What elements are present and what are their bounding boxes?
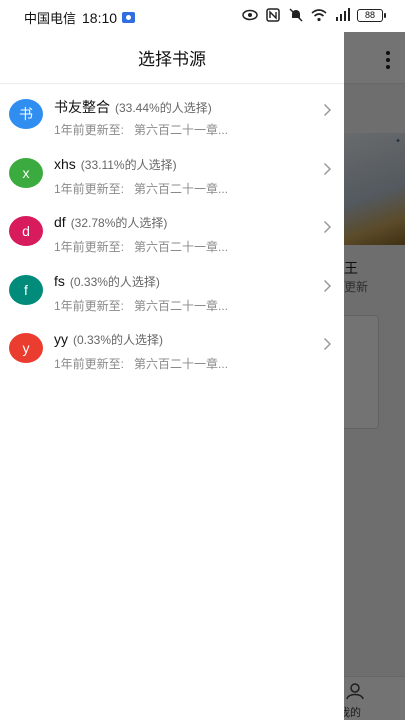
eye-icon <box>242 9 258 21</box>
source-name: xhs <box>54 156 76 172</box>
source-name: df <box>54 214 66 230</box>
status-bar: 中国电信 18:10 88 <box>0 0 405 32</box>
source-item[interactable]: x xhs (33.11%的人选择) 1年前更新至: 第六百二十一章... <box>0 152 344 210</box>
source-update-time: 1年前更新至: <box>54 299 125 313</box>
clock: 18:10 <box>82 9 118 26</box>
source-update-time: 1年前更新至: <box>54 123 125 137</box>
source-name: fs <box>54 273 65 289</box>
source-percentage: (32.78%的人选择) <box>70 216 168 230</box>
source-item[interactable]: f fs (0.33%的人选择) 1年前更新至: 第六百二十一章... <box>0 269 344 327</box>
chevron-right-icon <box>323 162 332 176</box>
source-avatar: x <box>9 158 43 188</box>
source-update-time: 1年前更新至: <box>54 357 125 371</box>
source-update-time: 1年前更新至: <box>54 240 125 254</box>
source-avatar: d <box>9 216 43 246</box>
source-latest-chapter: 第六百二十一章... <box>134 240 229 254</box>
source-latest-chapter: 第六百二十一章... <box>134 357 229 371</box>
source-name: 书友整合 <box>54 99 110 115</box>
source-percentage: (0.33%的人选择) <box>73 333 164 347</box>
wifi-icon <box>311 9 327 22</box>
source-latest-chapter: 第六百二十一章... <box>134 182 229 196</box>
drawer-title: 选择书源 <box>0 32 344 84</box>
chevron-right-icon <box>323 279 332 293</box>
carrier-label: 中国电信 <box>24 11 77 26</box>
source-latest-chapter: 第六百二十一章... <box>134 299 229 313</box>
chevron-right-icon <box>323 103 332 117</box>
source-avatar: 书 <box>9 99 43 129</box>
app-notification-icon <box>122 12 136 23</box>
source-percentage: (33.11%的人选择) <box>80 158 177 172</box>
source-item[interactable]: d df (32.78%的人选择) 1年前更新至: 第六百二十一章... <box>0 210 344 268</box>
source-name: yy <box>54 331 68 347</box>
source-latest-chapter: 第六百二十一章... <box>134 123 229 137</box>
signal-icon <box>336 8 350 21</box>
source-avatar: f <box>9 275 43 305</box>
source-percentage: (0.33%的人选择) <box>69 275 160 289</box>
source-avatar: y <box>9 333 43 363</box>
battery-indicator: 88 <box>357 8 386 22</box>
chevron-right-icon <box>323 220 332 234</box>
nfc-icon <box>266 8 280 22</box>
source-update-time: 1年前更新至: <box>54 182 125 196</box>
source-selection-drawer: 选择书源 书 书友整合 (33.44%的人选择) 1年前更新至: 第六百二十一章.… <box>0 32 344 720</box>
chevron-right-icon <box>323 337 332 351</box>
mute-bell-icon <box>289 8 303 22</box>
source-item[interactable]: 书 书友整合 (33.44%的人选择) 1年前更新至: 第六百二十一章... <box>0 93 344 151</box>
source-percentage: (33.44%的人选择) <box>115 101 212 115</box>
source-item[interactable]: y yy (0.33%的人选择) 1年前更新至: 第六百二十一章... <box>0 327 344 385</box>
